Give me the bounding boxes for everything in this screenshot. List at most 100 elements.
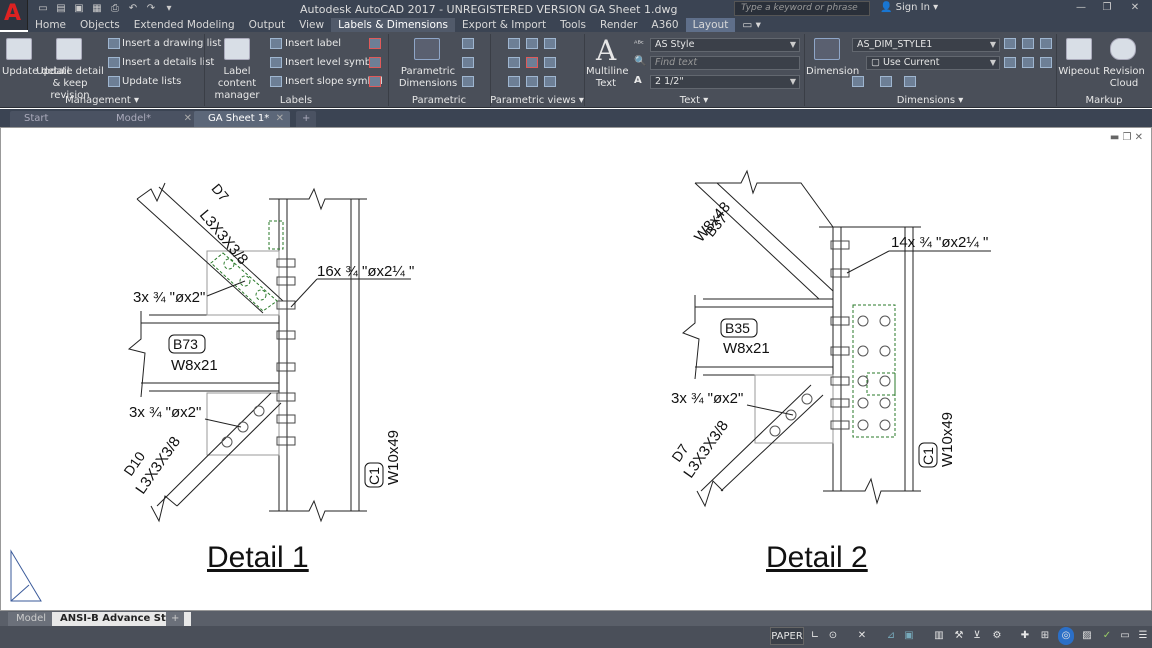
dimensions-panel-title[interactable]: Dimensions ▾ [804, 94, 1056, 108]
insert-drawing-list-button[interactable]: Insert a drawing list [122, 38, 221, 50]
doc-tab-start[interactable]: Start [10, 111, 106, 127]
insert-level-symbol-button[interactable]: Insert level symbol [285, 57, 380, 69]
plot-icon[interactable]: ⎙ [108, 2, 122, 15]
clean-screen-icon[interactable]: ✓ [1100, 627, 1114, 645]
dim-tool-a-icon[interactable] [852, 76, 864, 87]
tab-extended-modeling[interactable]: Extended Modeling [127, 18, 242, 32]
close-tab-icon[interactable]: ✕ [184, 111, 192, 127]
label-tool-3-icon[interactable] [369, 76, 381, 87]
management-panel-title[interactable]: Management ▾ [0, 94, 204, 108]
dim-style-select[interactable]: AS_DIM_STYLE1 ▼ [852, 38, 1000, 52]
multiline-text-button[interactable]: Multiline Text [586, 66, 629, 90]
open-icon[interactable]: ▤ [54, 2, 68, 15]
ribbon-options-icon[interactable]: ▭ ▾ [735, 18, 768, 32]
add-layout-icon[interactable]: + [166, 612, 185, 626]
layout-tab-model[interactable]: Model [8, 612, 55, 626]
hardware-accel-icon[interactable]: ▨ [1080, 627, 1094, 645]
new-icon[interactable]: ▭ [36, 2, 50, 15]
dim-tool-1-icon[interactable] [1004, 38, 1016, 49]
snap-icon[interactable]: ⊙ [826, 627, 840, 645]
revision-cloud-icon[interactable] [1110, 38, 1136, 60]
pview-3-icon[interactable] [544, 38, 556, 49]
update-detail-icon[interactable] [6, 38, 32, 60]
label-tool-1-icon[interactable] [369, 38, 381, 49]
paper-space-toggle[interactable]: PAPER [770, 627, 804, 645]
tab-a360[interactable]: A360 [644, 18, 685, 32]
tab-output[interactable]: Output [242, 18, 292, 32]
otrack-icon[interactable]: ▣ [902, 627, 916, 645]
customize-icon[interactable]: ☰ [1136, 627, 1150, 645]
save-icon[interactable]: ▣ [72, 2, 86, 15]
selection-cycling-icon[interactable]: ⊻ [970, 627, 984, 645]
pview-5-icon[interactable] [526, 57, 538, 68]
dim-layer-select[interactable]: ▢ Use Current ▼ [866, 56, 1000, 70]
polar-icon[interactable]: ✕ [854, 627, 870, 645]
pview-2-icon[interactable] [526, 38, 538, 49]
dim-tool-2-icon[interactable] [1022, 38, 1034, 49]
find-text-input[interactable]: Find text [650, 56, 800, 70]
tab-tools[interactable]: Tools [553, 18, 593, 32]
close-icon[interactable]: ✕ [1124, 1, 1146, 15]
restore-icon[interactable]: ❐ [1096, 1, 1118, 15]
doc-tab-ga-sheet[interactable]: GA Sheet 1* ✕ [194, 111, 290, 127]
settings-icon[interactable]: ⚙ [990, 627, 1004, 645]
label-tool-2-icon[interactable] [369, 57, 381, 68]
search-input[interactable]: Type a keyword or phrase [734, 1, 870, 16]
sign-in-button[interactable]: 👤 Sign In ▾ [880, 2, 938, 13]
pview-8-icon[interactable] [526, 76, 538, 87]
pdim-tool-1-icon[interactable] [462, 38, 474, 49]
text-style-select[interactable]: AS Style ▼ [650, 38, 800, 52]
workspace-icon[interactable]: ⊞ [1038, 627, 1052, 645]
revision-cloud-button[interactable]: Revision Cloud [1102, 66, 1146, 90]
tab-home[interactable]: Home [28, 18, 73, 32]
text-panel-title[interactable]: Text ▾ [584, 94, 804, 108]
parametric-dimensions-button[interactable]: Parametric Dimensions [392, 66, 464, 90]
tab-export-import[interactable]: Export & Import [455, 18, 553, 32]
new-tab-icon[interactable]: + [296, 111, 316, 127]
tab-view[interactable]: View [292, 18, 331, 32]
wipeout-button[interactable]: Wipeout [1058, 66, 1100, 78]
multiline-text-icon[interactable]: A [596, 34, 616, 67]
redo-icon[interactable]: ↷ [144, 2, 158, 15]
dimension-button[interactable]: Dimension [806, 66, 859, 78]
label-content-manager-icon[interactable] [224, 38, 250, 60]
grid-icon[interactable]: ∟ [808, 627, 822, 645]
dim-tool-6-icon[interactable] [1040, 57, 1052, 68]
pview-7-icon[interactable] [508, 76, 520, 87]
tab-render[interactable]: Render [593, 18, 644, 32]
tab-objects[interactable]: Objects [73, 18, 127, 32]
insert-label-button[interactable]: Insert label [285, 38, 341, 50]
pdim-tool-3-icon[interactable] [462, 76, 474, 87]
save-as-icon[interactable]: ▦ [90, 2, 104, 15]
annotation-icon[interactable]: ✚ [1018, 627, 1032, 645]
text-height-select[interactable]: 2 1/2" ▼ [650, 75, 800, 89]
pview-9-icon[interactable] [544, 76, 556, 87]
dim-tool-c-icon[interactable] [904, 76, 916, 87]
dimension-icon[interactable] [814, 38, 840, 60]
update-lists-button[interactable]: Update lists [122, 76, 181, 88]
dim-tool-b-icon[interactable] [880, 76, 892, 87]
undo-icon[interactable]: ↶ [126, 2, 140, 15]
parametric-views-panel-title[interactable]: Parametric views ▾ [490, 94, 584, 108]
pview-6-icon[interactable] [544, 57, 556, 68]
close-tab-icon[interactable]: ✕ [276, 111, 284, 127]
parametric-dimensions-icon[interactable] [414, 38, 440, 60]
dim-tool-5-icon[interactable] [1022, 57, 1034, 68]
doc-tab-model[interactable]: Model* ✕ [102, 111, 198, 127]
wipeout-icon[interactable] [1066, 38, 1092, 60]
update-detail-button[interactable]: Update detail [2, 66, 70, 78]
transparency-icon[interactable]: ⚒ [952, 627, 966, 645]
tab-labels-dimensions[interactable]: Labels & Dimensions [331, 18, 456, 32]
isolate-icon[interactable]: ◎ [1058, 627, 1074, 645]
osnap-icon[interactable]: ⊿ [884, 627, 898, 645]
dim-tool-3-icon[interactable] [1040, 38, 1052, 49]
app-menu-button[interactable]: A [0, 0, 28, 30]
pdim-tool-2-icon[interactable] [462, 57, 474, 68]
pview-4-icon[interactable] [508, 57, 520, 68]
dim-tool-4-icon[interactable] [1004, 57, 1016, 68]
update-detail-keep-icon[interactable] [56, 38, 82, 60]
minimize-icon[interactable]: — [1070, 1, 1092, 15]
tab-layout[interactable]: Layout [685, 18, 736, 32]
insert-details-list-button[interactable]: Insert a details list [122, 57, 214, 69]
drawing-canvas[interactable]: ▬ ❐ ✕ D7 L3X3X3/8 16x ¾ "øx2¼ " 3x ¾ "øx… [0, 127, 1152, 611]
